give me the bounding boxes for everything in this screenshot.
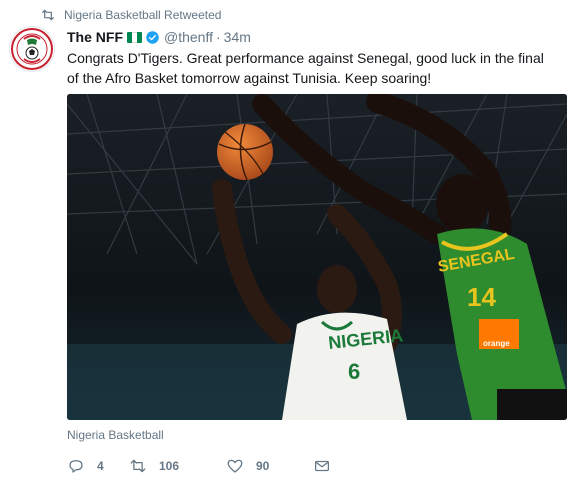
tweet-text: Congrats D'Tigers. Great performance aga…: [67, 50, 544, 86]
reply-button[interactable]: 4: [67, 457, 129, 475]
nigeria-flag-icon: [127, 31, 142, 43]
like-button[interactable]: 90: [226, 457, 313, 475]
tweet-photo[interactable]: NIGERIA 6 SENEGAL 14 orange: [67, 94, 567, 420]
nigeria-jersey-number: 6: [348, 359, 360, 384]
basketball: [217, 123, 273, 181]
retweet-count: 106: [159, 459, 180, 473]
reply-icon: [69, 460, 83, 473]
author-handle[interactable]: @thenff: [164, 29, 213, 45]
tweet-actions: 4 106 90: [67, 455, 331, 477]
envelope-icon: [314, 460, 330, 472]
senegal-jersey-number: 14: [467, 282, 496, 312]
retweet-context-text: Nigeria Basketball Retweeted: [64, 8, 222, 22]
retweet-icon: [130, 459, 146, 473]
nff-logo: [11, 28, 53, 70]
media-source-label[interactable]: Nigeria Basketball: [67, 428, 164, 442]
tweet-header: The NFF @thenff · 34m: [67, 27, 251, 47]
orange-sponsor-logo: orange: [483, 339, 510, 348]
basketball-photo: NIGERIA 6 SENEGAL 14 orange: [67, 94, 567, 420]
separator-dot: ·: [216, 29, 221, 45]
display-name[interactable]: The NFF: [67, 29, 123, 45]
retweet-icon: [42, 9, 54, 21]
verified-badge-icon: [146, 30, 159, 44]
avatar[interactable]: [9, 26, 55, 72]
heart-icon: [227, 459, 243, 473]
timestamp[interactable]: 34m: [224, 29, 251, 45]
reply-count: 4: [97, 459, 104, 473]
retweet-context[interactable]: Nigeria Basketball Retweeted: [40, 6, 221, 24]
retweet-button[interactable]: 106: [129, 457, 226, 475]
direct-message-button[interactable]: [313, 457, 331, 475]
like-count: 90: [256, 459, 270, 473]
